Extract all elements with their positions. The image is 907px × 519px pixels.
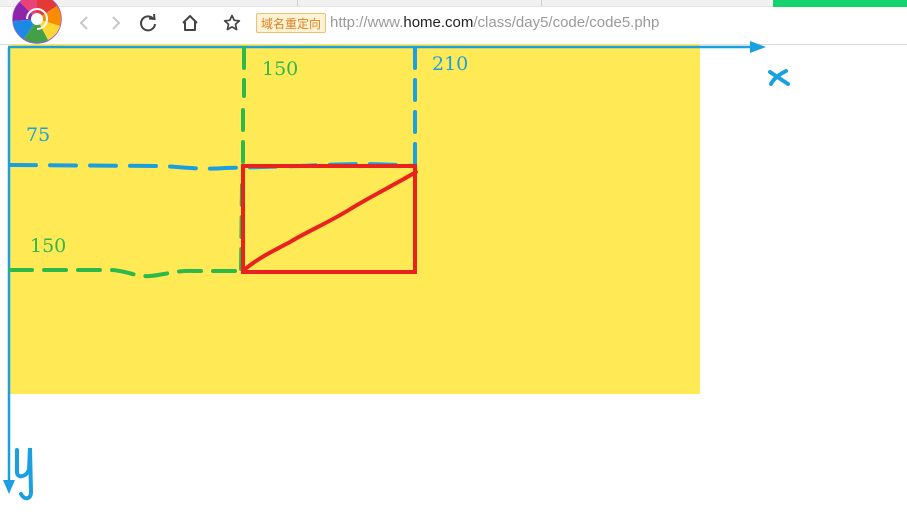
forward-button[interactable] — [106, 13, 126, 33]
bookmark-star-icon — [223, 14, 241, 31]
url-path: /class/day5/code/code5.php — [473, 14, 660, 31]
canvas-area — [10, 44, 700, 394]
home-icon — [182, 15, 198, 31]
y-axis-arrowhead — [3, 480, 15, 494]
label-top-blue: 210 — [432, 53, 469, 75]
label-left-green: 150 — [30, 235, 67, 257]
reload-icon — [140, 14, 156, 32]
back-button[interactable] — [74, 13, 94, 33]
redirect-badge[interactable]: 域名重定向 — [256, 13, 327, 33]
back-icon — [79, 16, 88, 30]
forward-icon — [112, 16, 121, 30]
tab-divider — [297, 0, 298, 6]
home-button[interactable] — [180, 13, 200, 33]
browser-toolbar: 域名重定向 http://www.home.com/class/day5/cod… — [0, 0, 907, 45]
active-tab-indicator[interactable] — [773, 0, 907, 7]
address-bar-url[interactable]: http://www.home.com/class/day5/code/code… — [330, 13, 659, 33]
x-axis-letter — [768, 69, 790, 86]
url-host: home.com — [403, 14, 474, 31]
logo-icon[interactable] — [12, 0, 62, 44]
y-axis-letter — [15, 447, 34, 501]
url-prefix: http://www. — [330, 14, 404, 31]
tab-strip — [0, 0, 907, 7]
label-left-blue: 75 — [26, 124, 51, 146]
tab-divider — [541, 0, 542, 6]
reload-button[interactable] — [138, 13, 158, 33]
bookmark-button[interactable] — [222, 13, 242, 33]
label-top-green: 150 — [262, 58, 299, 80]
